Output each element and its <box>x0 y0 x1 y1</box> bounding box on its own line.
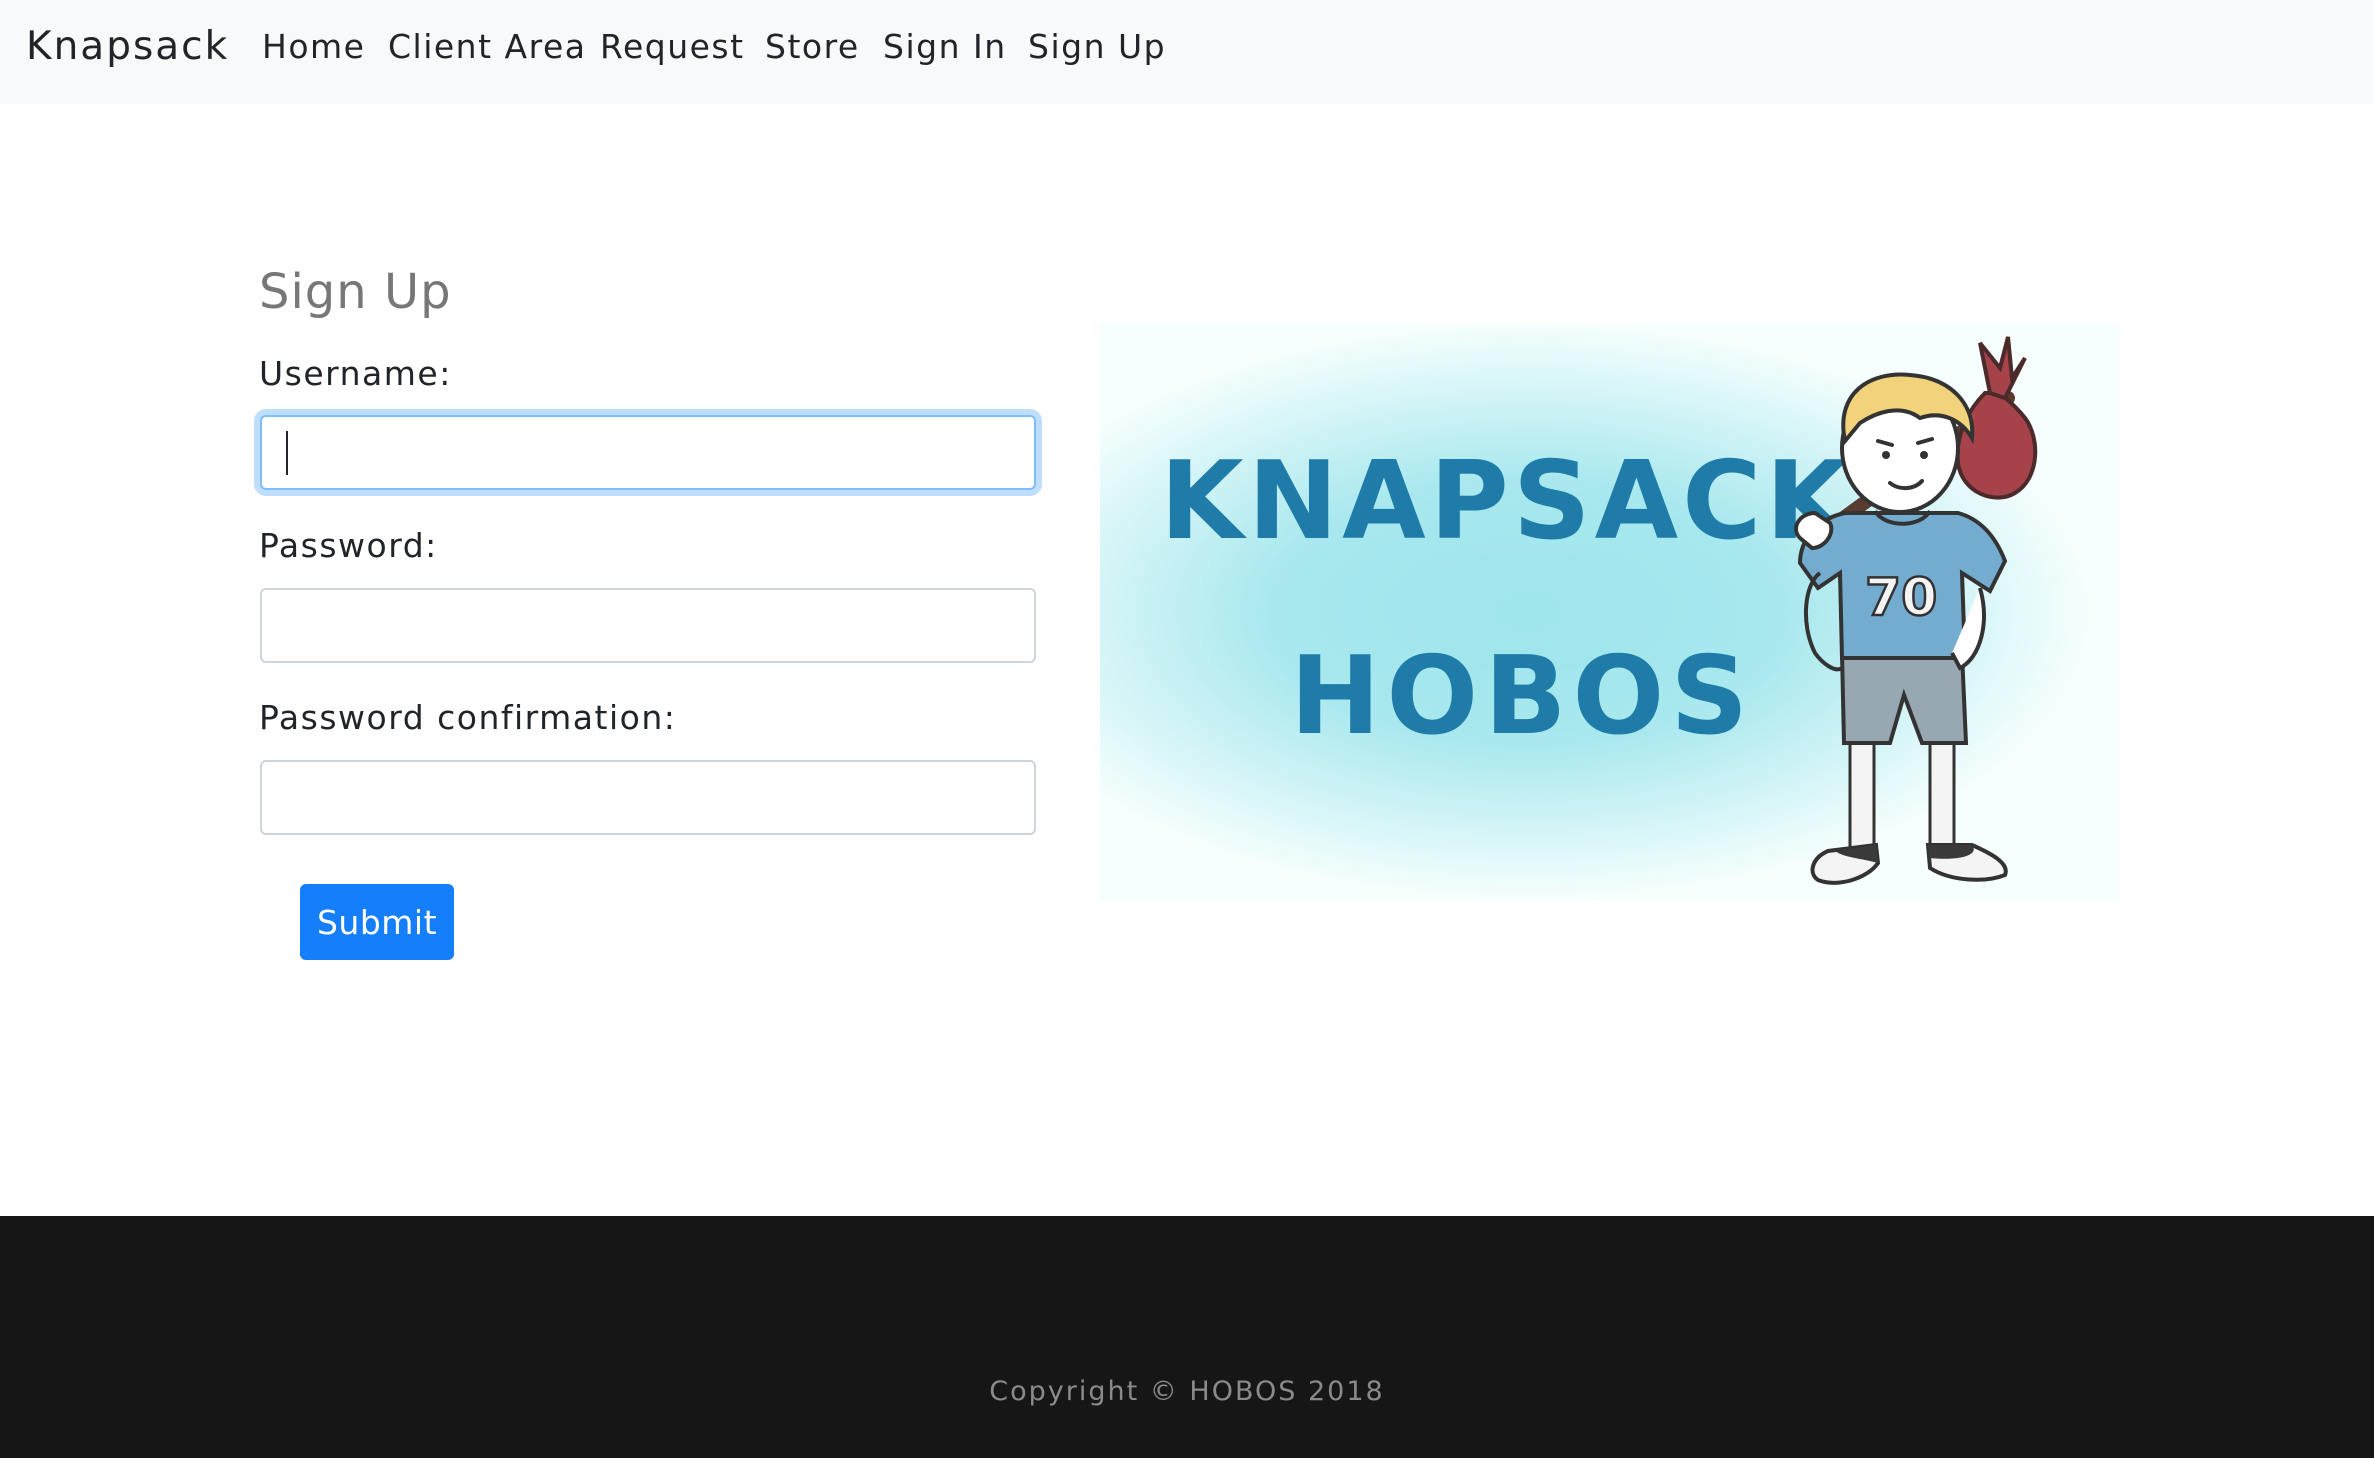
hobo-boy-illustration: 70 <box>1794 336 2038 885</box>
username-label: Username: <box>259 354 452 393</box>
page-title: Sign Up <box>259 264 452 320</box>
copyright-text: Copyright © HOBOS 2018 <box>989 1376 1385 1407</box>
nav-link-home[interactable]: Home <box>262 24 365 70</box>
nav-link-request[interactable]: Request <box>600 24 745 70</box>
nav-link-client-area[interactable]: Client Area <box>388 24 586 70</box>
banner-title-line1: KNAPSACK <box>1160 439 1853 564</box>
brand-logo-link[interactable]: Knapsack <box>26 22 229 72</box>
knapsack-hobos-banner-image: KNAPSACK HOBOS 70 <box>1100 323 2120 900</box>
navbar: Knapsack Home Client Area Request Store … <box>0 0 2374 104</box>
password-confirmation-label: Password confirmation: <box>259 698 677 737</box>
footer <box>0 1216 2374 1458</box>
banner-title-line2: HOBOS <box>1290 634 1754 759</box>
password-label: Password: <box>259 526 438 565</box>
submit-button[interactable]: Submit <box>300 884 454 960</box>
password-confirmation-input[interactable] <box>260 760 1036 835</box>
nav-link-store[interactable]: Store <box>765 24 860 70</box>
text-cursor <box>286 431 288 475</box>
username-input[interactable] <box>260 415 1036 490</box>
nav-link-sign-up[interactable]: Sign Up <box>1028 24 1166 70</box>
jersey-number: 70 <box>1865 568 1937 628</box>
nav-link-sign-in[interactable]: Sign In <box>883 24 1007 70</box>
banner-illustration: KNAPSACK HOBOS 70 <box>1160 336 2038 885</box>
password-input[interactable] <box>260 588 1036 663</box>
